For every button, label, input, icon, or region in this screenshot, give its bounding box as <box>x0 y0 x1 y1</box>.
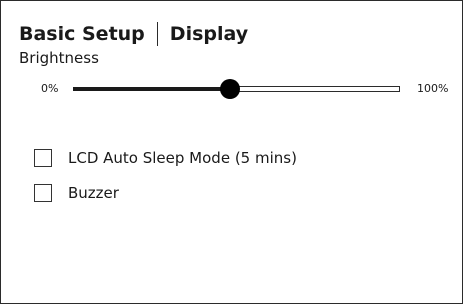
buzzer-option[interactable]: Buzzer <box>34 182 119 204</box>
brightness-max-label: 100% <box>417 82 449 95</box>
lcd-auto-sleep-label: LCD Auto Sleep Mode (5 mins) <box>68 149 297 167</box>
brightness-min-label: 0% <box>41 82 59 95</box>
slider-track-filled <box>73 87 230 91</box>
lcd-auto-sleep-checkbox[interactable] <box>34 149 52 167</box>
brightness-label: Brightness <box>19 49 99 67</box>
buzzer-label: Buzzer <box>68 184 119 202</box>
brightness-slider[interactable] <box>73 79 400 99</box>
buzzer-checkbox[interactable] <box>34 184 52 202</box>
page-title: Basic Setup <box>19 23 145 45</box>
section-title: Display <box>169 23 249 45</box>
header: Basic Setup Display <box>19 21 248 47</box>
display-settings-panel: Basic Setup Display Brightness 0% 100% L… <box>0 0 463 304</box>
slider-track-empty[interactable] <box>230 86 400 92</box>
lcd-auto-sleep-option[interactable]: LCD Auto Sleep Mode (5 mins) <box>34 147 297 169</box>
slider-thumb[interactable] <box>220 79 240 99</box>
title-divider <box>156 22 158 46</box>
